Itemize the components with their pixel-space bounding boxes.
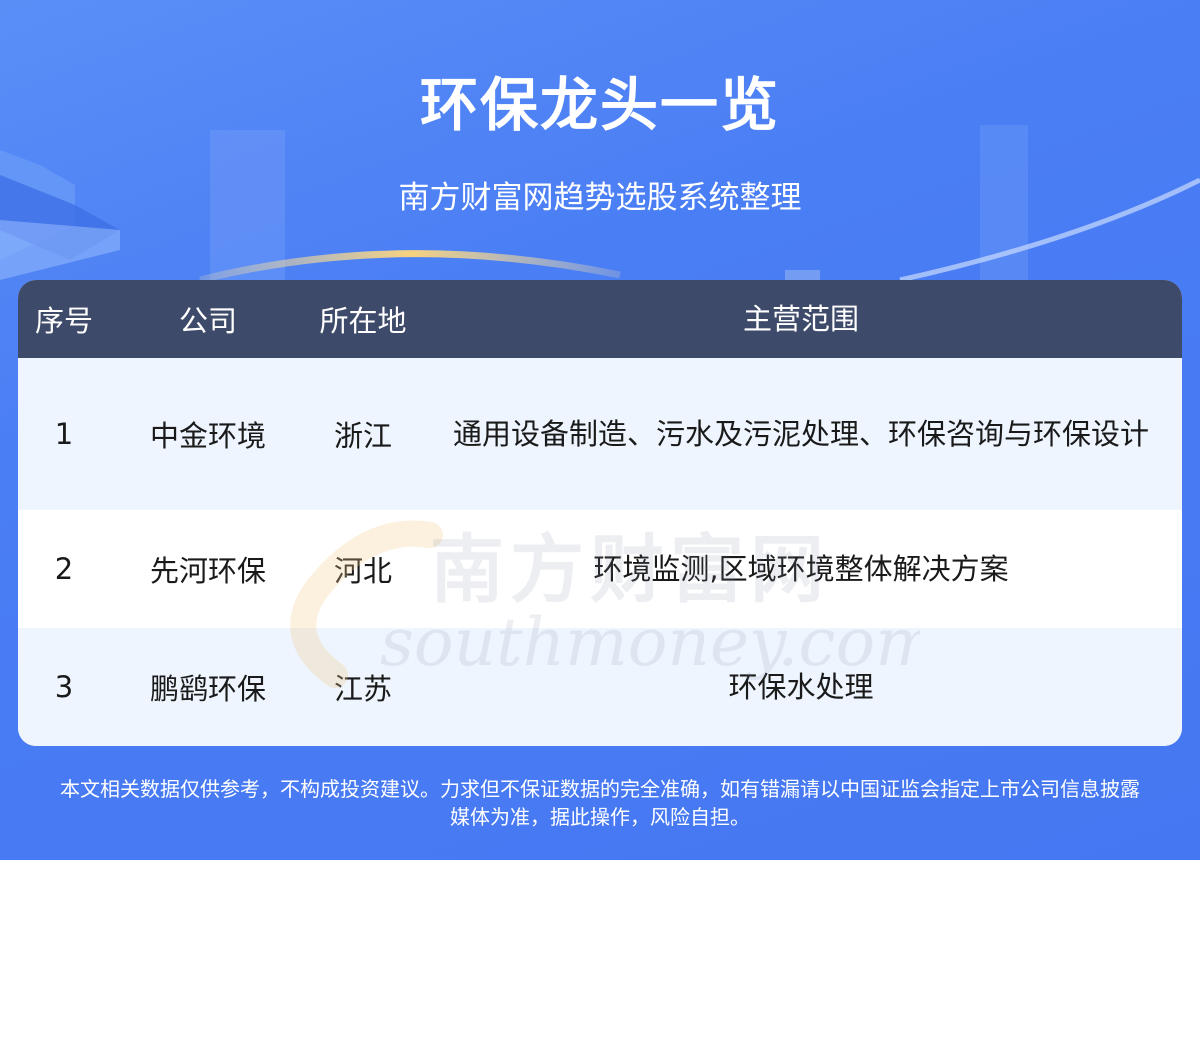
cell-company: 先河环保 <box>149 554 266 588</box>
cell-location: 河北 <box>333 554 392 588</box>
cell-index: 3 <box>54 670 74 704</box>
disclaimer-line-1: 本文相关数据仅供参考，不构成投资建议。力求但不保证数据的完全准确，如有错漏请以中… <box>60 777 1140 801</box>
column-header-business: 主营范围 <box>742 302 859 336</box>
leaders-table: 序号 公司 所在地 主营范围 1 中金环境 浙江 通用设备制造、污水及污泥处理、… <box>18 280 1182 746</box>
table-row: 3 鹏鹞环保 江苏 环保水处理 <box>18 628 1182 746</box>
table-row: 2 先河环保 河北 环境监测,区域环境整体解决方案 <box>18 510 1182 628</box>
cell-company: 鹏鹞环保 <box>149 672 266 706</box>
page-subtitle: 南方财富网趋势选股系统整理 <box>398 180 802 216</box>
disclaimer: 本文相关数据仅供参考，不构成投资建议。力求但不保证数据的完全准确，如有错漏请以中… <box>0 775 1200 831</box>
disclaimer-line-2: 媒体为准，据此操作，风险自担。 <box>450 805 750 829</box>
cell-company: 中金环境 <box>149 419 266 453</box>
page-title: 环保龙头一览 <box>419 71 780 139</box>
cell-business: 环保水处理 <box>728 670 874 704</box>
cell-index: 2 <box>54 552 74 586</box>
column-header-location: 所在地 <box>319 304 407 338</box>
cell-index: 1 <box>54 417 74 451</box>
cell-location: 江苏 <box>333 672 392 706</box>
cell-location: 浙江 <box>333 419 392 453</box>
background-decoration <box>0 125 1200 300</box>
infographic-card: 环保龙头一览 南方财富网趋势选股系统整理 序号 公司 所在地 主营范围 1 中金… <box>0 0 1200 860</box>
table-header: 序号 公司 所在地 主营范围 <box>18 280 1182 358</box>
column-header-index: 序号 <box>34 304 93 338</box>
table-row: 1 中金环境 浙江 通用设备制造、污水及污泥处理、环保咨询与环保设计 <box>18 358 1182 510</box>
cell-business: 通用设备制造、污水及污泥处理、环保咨询与环保设计 <box>452 417 1149 451</box>
cell-business: 环境监测,区域环境整体解决方案 <box>593 552 1009 586</box>
column-header-company: 公司 <box>178 304 237 338</box>
